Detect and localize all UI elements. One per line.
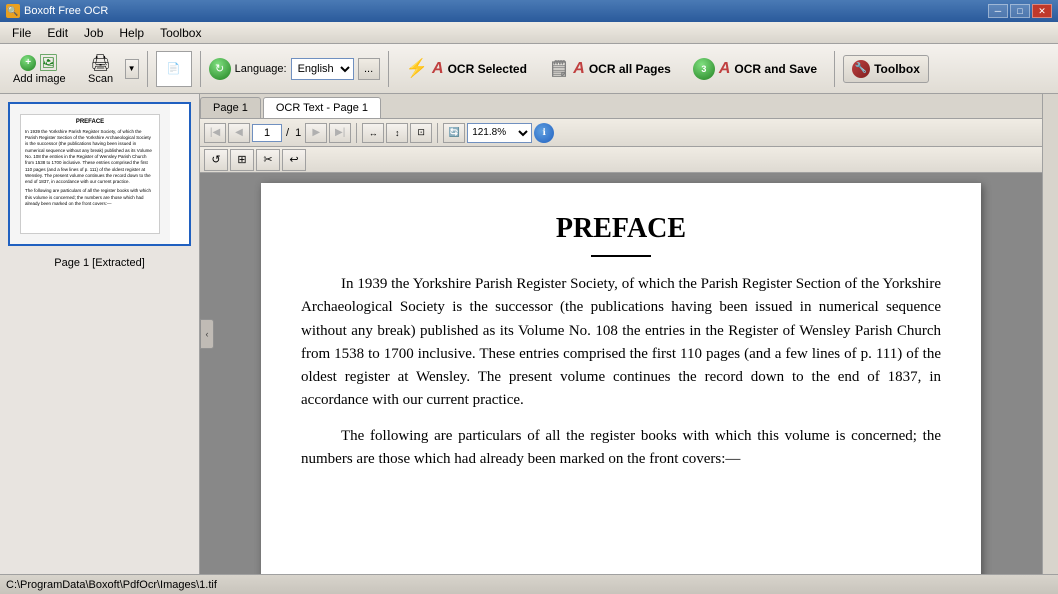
minimize-button[interactable]: ─ xyxy=(988,4,1008,18)
zoom-info-button[interactable]: ℹ xyxy=(534,123,554,143)
language-select[interactable]: English xyxy=(291,58,354,80)
document-paragraph-2: The following are particulars of all the… xyxy=(301,425,941,472)
app-icon: 🔍 xyxy=(6,4,20,18)
ocr-selected-icon: ⚡ xyxy=(406,58,428,79)
tab-page[interactable]: Page 1 xyxy=(200,97,261,118)
app-title: Boxoft Free OCR xyxy=(24,5,108,17)
ocr-save-button[interactable]: 3 A OCR and Save xyxy=(684,53,826,85)
language-more-button[interactable]: ... xyxy=(358,58,380,80)
add-circle-icon: + xyxy=(20,55,36,71)
toolbar-separator-4 xyxy=(834,51,835,87)
document-title: PREFACE xyxy=(301,213,941,245)
sidebar: PREFACE In 1939 the Yorkshire Parish Reg… xyxy=(0,94,200,574)
add-image-button[interactable]: + 🖼 Add image xyxy=(6,49,73,89)
page-thumbnail[interactable]: PREFACE In 1939 the Yorkshire Parish Reg… xyxy=(8,102,191,246)
ocr-save-label: OCR and Save xyxy=(734,62,817,76)
refresh-icon: ↻ xyxy=(209,58,231,80)
ocr-all-pages-button[interactable]: 🗒 A OCR all Pages xyxy=(540,54,680,84)
next-page-button[interactable]: ▶ xyxy=(305,123,327,143)
add-image-icon-row: + 🖼 xyxy=(20,53,58,73)
view-toolbar: |◀ ◀ 1 / 1 ▶ ▶| ↔ ↕ ⊡ 🔄 121.8% 50% 75% 1… xyxy=(200,119,1042,147)
ocr-all-a-icon: A xyxy=(573,60,585,78)
zoom-select[interactable]: 121.8% 50% 75% 100% 150% 200% xyxy=(467,123,532,143)
tab-ocr-text[interactable]: OCR Text - Page 1 xyxy=(263,97,381,118)
ocr-all-pages-label: OCR all Pages xyxy=(589,62,671,76)
scan-button[interactable]: 🖨 Scan xyxy=(77,49,125,89)
add-image-label: Add image xyxy=(13,73,66,85)
content-area: Page 1 OCR Text - Page 1 |◀ ◀ 1 / 1 ▶ ▶|… xyxy=(200,94,1042,574)
view-sep-1 xyxy=(356,123,357,143)
scan-icon: 🖨 xyxy=(90,53,110,73)
page-number-input[interactable]: 1 xyxy=(252,124,282,142)
main-area: PREFACE In 1939 the Yorkshire Parish Reg… xyxy=(0,94,1058,574)
main-toolbar: + 🖼 Add image 🖨 Scan ▼ 📄 ↻ Language: Eng… xyxy=(0,44,1058,94)
toolbox-label: Toolbox xyxy=(874,62,920,76)
toolbox-button[interactable]: 🔧 Toolbox xyxy=(843,55,929,83)
first-page-button[interactable]: |◀ xyxy=(204,123,226,143)
menu-bar: File Edit Job Help Toolbox xyxy=(0,22,1058,44)
close-button[interactable]: ✕ xyxy=(1032,4,1052,18)
ocr-all-pages-icon: 🗒 xyxy=(549,59,569,79)
language-label: Language: xyxy=(235,63,287,75)
last-page-button[interactable]: ▶| xyxy=(329,123,351,143)
toolbox-icon: 🔧 xyxy=(852,60,870,78)
zoom-fit-height-button[interactable]: ↕ xyxy=(386,123,408,143)
vertical-scrollbar[interactable] xyxy=(1042,94,1058,574)
add-photo-icon: 🖼 xyxy=(38,53,58,73)
document-paragraph-1: In 1939 the Yorkshire Parish Register So… xyxy=(301,273,941,413)
zoom-sync-button[interactable]: 🔄 xyxy=(443,123,465,143)
ocr-selected-button[interactable]: ⚡ A OCR Selected xyxy=(397,53,536,84)
window-controls[interactable]: ─ □ ✕ xyxy=(988,4,1052,18)
zoom-fit-width-button[interactable]: ↔ xyxy=(362,123,384,143)
ocr-save-a-icon: A xyxy=(719,60,731,78)
page-separator: / xyxy=(284,127,291,139)
thumb-image: PREFACE In 1939 the Yorkshire Parish Reg… xyxy=(10,104,170,244)
language-group: Language: English ... xyxy=(235,58,380,80)
select-tool-button[interactable]: ✂ xyxy=(256,149,280,171)
menu-file[interactable]: File xyxy=(4,24,39,42)
maximize-button[interactable]: □ xyxy=(1010,4,1030,18)
tab-bar: Page 1 OCR Text - Page 1 xyxy=(200,94,1042,119)
toolbar-separator-1 xyxy=(147,51,148,87)
scan-label: Scan xyxy=(88,73,113,85)
view-toolbar-2: ↺ ⊞ ✂ ↩ xyxy=(200,147,1042,173)
view-sep-2 xyxy=(437,123,438,143)
scan-group: 🖨 Scan ▼ xyxy=(77,49,139,89)
scan-icon-row: 🖨 xyxy=(90,53,110,73)
menu-edit[interactable]: Edit xyxy=(39,24,76,42)
ocr-save-circle-icon: 3 xyxy=(693,58,715,80)
toolbar-separator-3 xyxy=(388,51,389,87)
status-bar: C:\ProgramData\Boxoft\PdfOcr\Images\1.ti… xyxy=(0,574,1058,594)
zoom-fit-page-button[interactable]: ⊡ xyxy=(410,123,432,143)
reset-tool-button[interactable]: ↩ xyxy=(282,149,306,171)
crop-tool-button[interactable]: ⊞ xyxy=(230,149,254,171)
title-bar-left: 🔍 Boxoft Free OCR xyxy=(6,4,108,18)
ocr-selected-a-icon: A xyxy=(432,60,444,78)
ocr-selected-label: OCR Selected xyxy=(448,62,527,76)
menu-toolbox[interactable]: Toolbox xyxy=(152,24,209,42)
prev-page-button[interactable]: ◀ xyxy=(228,123,250,143)
toolbar-separator-2 xyxy=(200,51,201,87)
title-bar: 🔍 Boxoft Free OCR ─ □ ✕ xyxy=(0,0,1058,22)
thumb-content-preview: PREFACE In 1939 the Yorkshire Parish Reg… xyxy=(20,114,160,234)
status-path: C:\ProgramData\Boxoft\PdfOcr\Images\1.ti… xyxy=(6,579,217,591)
menu-job[interactable]: Job xyxy=(76,24,111,42)
total-pages: 1 xyxy=(293,127,303,139)
document-body: In 1939 the Yorkshire Parish Register So… xyxy=(301,273,941,471)
rotate-left-button[interactable]: ↺ xyxy=(204,149,228,171)
scan-dropdown-arrow[interactable]: ▼ xyxy=(125,59,139,79)
page-preview-icon: 📄 xyxy=(156,51,192,87)
sidebar-collapse-button[interactable]: ‹ xyxy=(200,319,214,349)
document-rule xyxy=(591,255,651,257)
document-view: PREFACE In 1939 the Yorkshire Parish Reg… xyxy=(200,173,1042,574)
document-page: PREFACE In 1939 the Yorkshire Parish Reg… xyxy=(261,183,981,574)
page-thumbnail-label: Page 1 [Extracted] xyxy=(8,254,191,272)
menu-help[interactable]: Help xyxy=(111,24,152,42)
